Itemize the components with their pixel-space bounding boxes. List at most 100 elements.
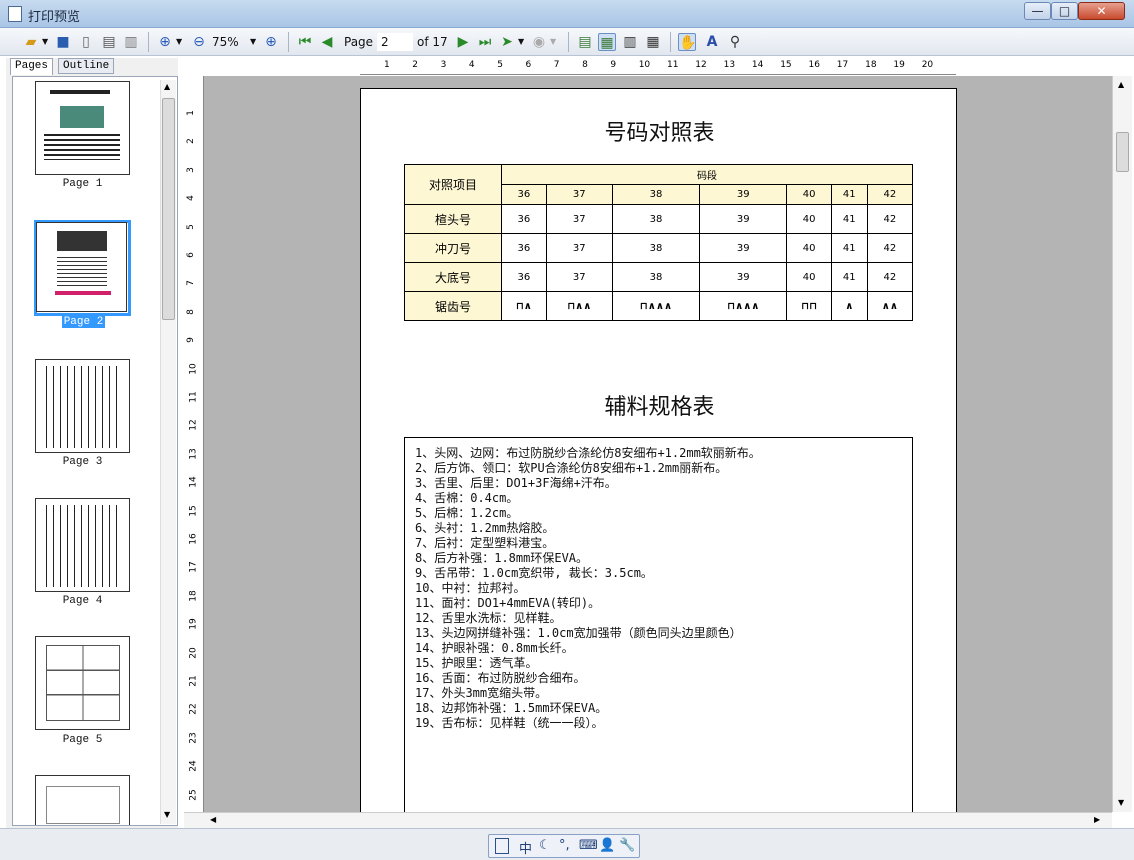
go-back-icon[interactable]: ◉ xyxy=(530,33,548,51)
page-setup-icon[interactable]: ▥ xyxy=(122,33,140,51)
table-cell: ⊓∧∧∧ xyxy=(699,291,788,321)
continuous-view-icon[interactable]: ▦ xyxy=(598,33,616,51)
row-label: 大底号 xyxy=(404,262,502,292)
print-icon[interactable]: ▤ xyxy=(100,33,118,51)
row-label: 楦头号 xyxy=(404,204,502,234)
ruler-tick-label: 12 xyxy=(188,419,199,432)
spec-title: 辅料规格表 xyxy=(604,395,715,420)
ruler-tick-label: 15 xyxy=(188,504,199,517)
window-title: 打印预览 xyxy=(28,10,81,25)
go-forward-icon[interactable]: ➤ xyxy=(498,33,516,51)
open-dropdown-icon[interactable]: ▼ xyxy=(42,34,48,50)
user-icon[interactable]: 👤 xyxy=(599,838,615,853)
scroll-down-icon[interactable]: ▼ xyxy=(164,810,170,819)
zoom-level-field[interactable]: 75% xyxy=(212,33,248,51)
ruler-tick-label: 7 xyxy=(185,280,196,287)
ruler-tick-label: 14 xyxy=(751,60,764,70)
text-select-icon[interactable]: A xyxy=(703,33,721,51)
find-icon[interactable]: ⚲ xyxy=(726,33,744,51)
multi-page-view-icon[interactable]: ▦ xyxy=(644,33,662,51)
next-page-icon[interactable]: ▶ xyxy=(454,33,472,51)
wrench-icon[interactable]: 🔧 xyxy=(619,838,635,853)
thumbnail-page-1[interactable] xyxy=(35,81,130,175)
thumbnail-page-3[interactable] xyxy=(35,359,130,453)
thumbnail-label-selected: Page 2 xyxy=(62,316,105,328)
chinese-mode-icon[interactable]: 中 xyxy=(519,838,532,857)
first-page-icon[interactable]: ⏮ xyxy=(296,33,314,51)
thumbnail-scrollbar[interactable]: ▲ ▼ xyxy=(160,80,176,824)
table-cell: 40 xyxy=(786,204,832,234)
scroll-up-icon[interactable]: ▲ xyxy=(1118,80,1124,89)
close-button[interactable]: ✕ xyxy=(1078,2,1125,20)
tab-outline[interactable]: Outline xyxy=(58,58,115,74)
single-page-view-icon[interactable]: ▤ xyxy=(576,33,594,51)
ruler-tick-label: 8 xyxy=(582,60,588,70)
thumbnail-label: Page 3 xyxy=(62,456,103,468)
table-cell: ⊓∧∧∧ xyxy=(611,291,701,321)
row-label: 冲刀号 xyxy=(404,233,502,263)
prev-page-icon[interactable]: ◀ xyxy=(318,33,336,51)
punctuation-icon[interactable]: °, xyxy=(559,838,570,853)
horizontal-scrollbar[interactable]: ◀ ▶ xyxy=(184,812,1112,828)
spec-line: 5、后棉：1.2cm。 xyxy=(415,506,519,520)
size-header-cell: 42 xyxy=(866,184,914,205)
toolbar-separator xyxy=(288,32,289,52)
ruler-tick-label: 3 xyxy=(185,166,196,173)
thumbnail-page-4[interactable] xyxy=(35,498,130,592)
ruler-tick-label: 2 xyxy=(412,60,419,70)
ime-logo-icon[interactable] xyxy=(495,838,509,854)
zoom-dropdown-icon[interactable]: ▼ xyxy=(176,34,182,50)
tab-pages[interactable]: Pages xyxy=(10,58,54,75)
zoom-out-icon[interactable]: ⊖ xyxy=(190,33,208,51)
page-number-field[interactable]: 2 xyxy=(377,33,413,51)
table-cell: 37 xyxy=(545,262,613,292)
table-cell: 37 xyxy=(545,233,613,263)
hand-tool-icon[interactable]: ✋ xyxy=(678,33,696,51)
scrollbar-thumb[interactable] xyxy=(162,98,175,320)
size-table: 对照项目 码段 36 37 38 39 40 41 42 楦头号 36 37 38 39 40 41 42… xyxy=(404,164,914,321)
ruler-tick-label: 10 xyxy=(188,362,199,375)
thumbnail-page-2[interactable] xyxy=(36,222,127,312)
back-dropdown-icon[interactable]: ▼ xyxy=(550,34,556,50)
ruler-tick-label: 4 xyxy=(185,195,196,202)
scroll-down-icon[interactable]: ▼ xyxy=(1118,798,1124,807)
maximize-button[interactable]: □ xyxy=(1051,2,1078,20)
vertical-scrollbar[interactable]: ▲ ▼ xyxy=(1112,76,1132,812)
open-folder-icon[interactable]: ▰ xyxy=(22,33,40,51)
ime-toolbar: 中 ☾ °, ⌨ 👤 🔧 xyxy=(488,834,640,858)
moon-icon[interactable]: ☾ xyxy=(539,838,551,853)
go-dropdown-icon[interactable]: ▼ xyxy=(518,34,524,50)
keyboard-icon[interactable]: ⌨ xyxy=(579,838,598,853)
scroll-left-icon[interactable]: ◀ xyxy=(210,815,216,824)
scroll-up-icon[interactable]: ▲ xyxy=(164,82,170,91)
thumbnail-label: Page 5 xyxy=(62,734,103,746)
size-header-cell: 36 xyxy=(501,184,547,205)
minimize-button[interactable]: — xyxy=(1024,2,1051,20)
zoom-reset-icon[interactable]: ⊕ xyxy=(262,33,280,51)
two-page-view-icon[interactable]: ▥ xyxy=(621,33,639,51)
table-cell: 39 xyxy=(699,262,788,292)
table-cell: ⊓∧∧ xyxy=(545,291,613,321)
page-label: Page xyxy=(344,35,374,49)
zoom-level-dropdown-icon[interactable]: ▼ xyxy=(250,34,256,50)
last-page-icon[interactable]: ⏭ xyxy=(476,33,494,51)
ruler-tick-label: 23 xyxy=(188,732,199,744)
new-page-icon[interactable]: ▯ xyxy=(77,33,95,51)
ruler-tick-label: 11 xyxy=(667,60,679,70)
ruler-tick-label: 16 xyxy=(808,60,820,70)
ruler-tick-label: 17 xyxy=(188,561,199,574)
zoom-in-icon[interactable]: ⊕ xyxy=(156,33,174,51)
size-header-cell: 41 xyxy=(830,184,868,205)
spec-line: 8、后方补强：1.8mm环保EVA。 xyxy=(415,551,589,565)
ruler-tick-label: 5 xyxy=(497,60,503,70)
ruler-tick-label: 14 xyxy=(188,476,199,488)
scrollbar-thumb[interactable] xyxy=(1116,132,1129,172)
title-bar xyxy=(0,0,1134,28)
table-row: 楦头号 36 37 38 39 40 41 42 xyxy=(404,204,914,234)
thumbnail-page-5[interactable] xyxy=(35,636,130,730)
ruler-tick-label: 24 xyxy=(188,760,199,772)
scroll-right-icon[interactable]: ▶ xyxy=(1094,815,1100,824)
save-icon[interactable]: ■ xyxy=(54,33,72,51)
table-cell: 42 xyxy=(866,233,914,263)
thumbnail-page-6[interactable] xyxy=(35,775,130,825)
